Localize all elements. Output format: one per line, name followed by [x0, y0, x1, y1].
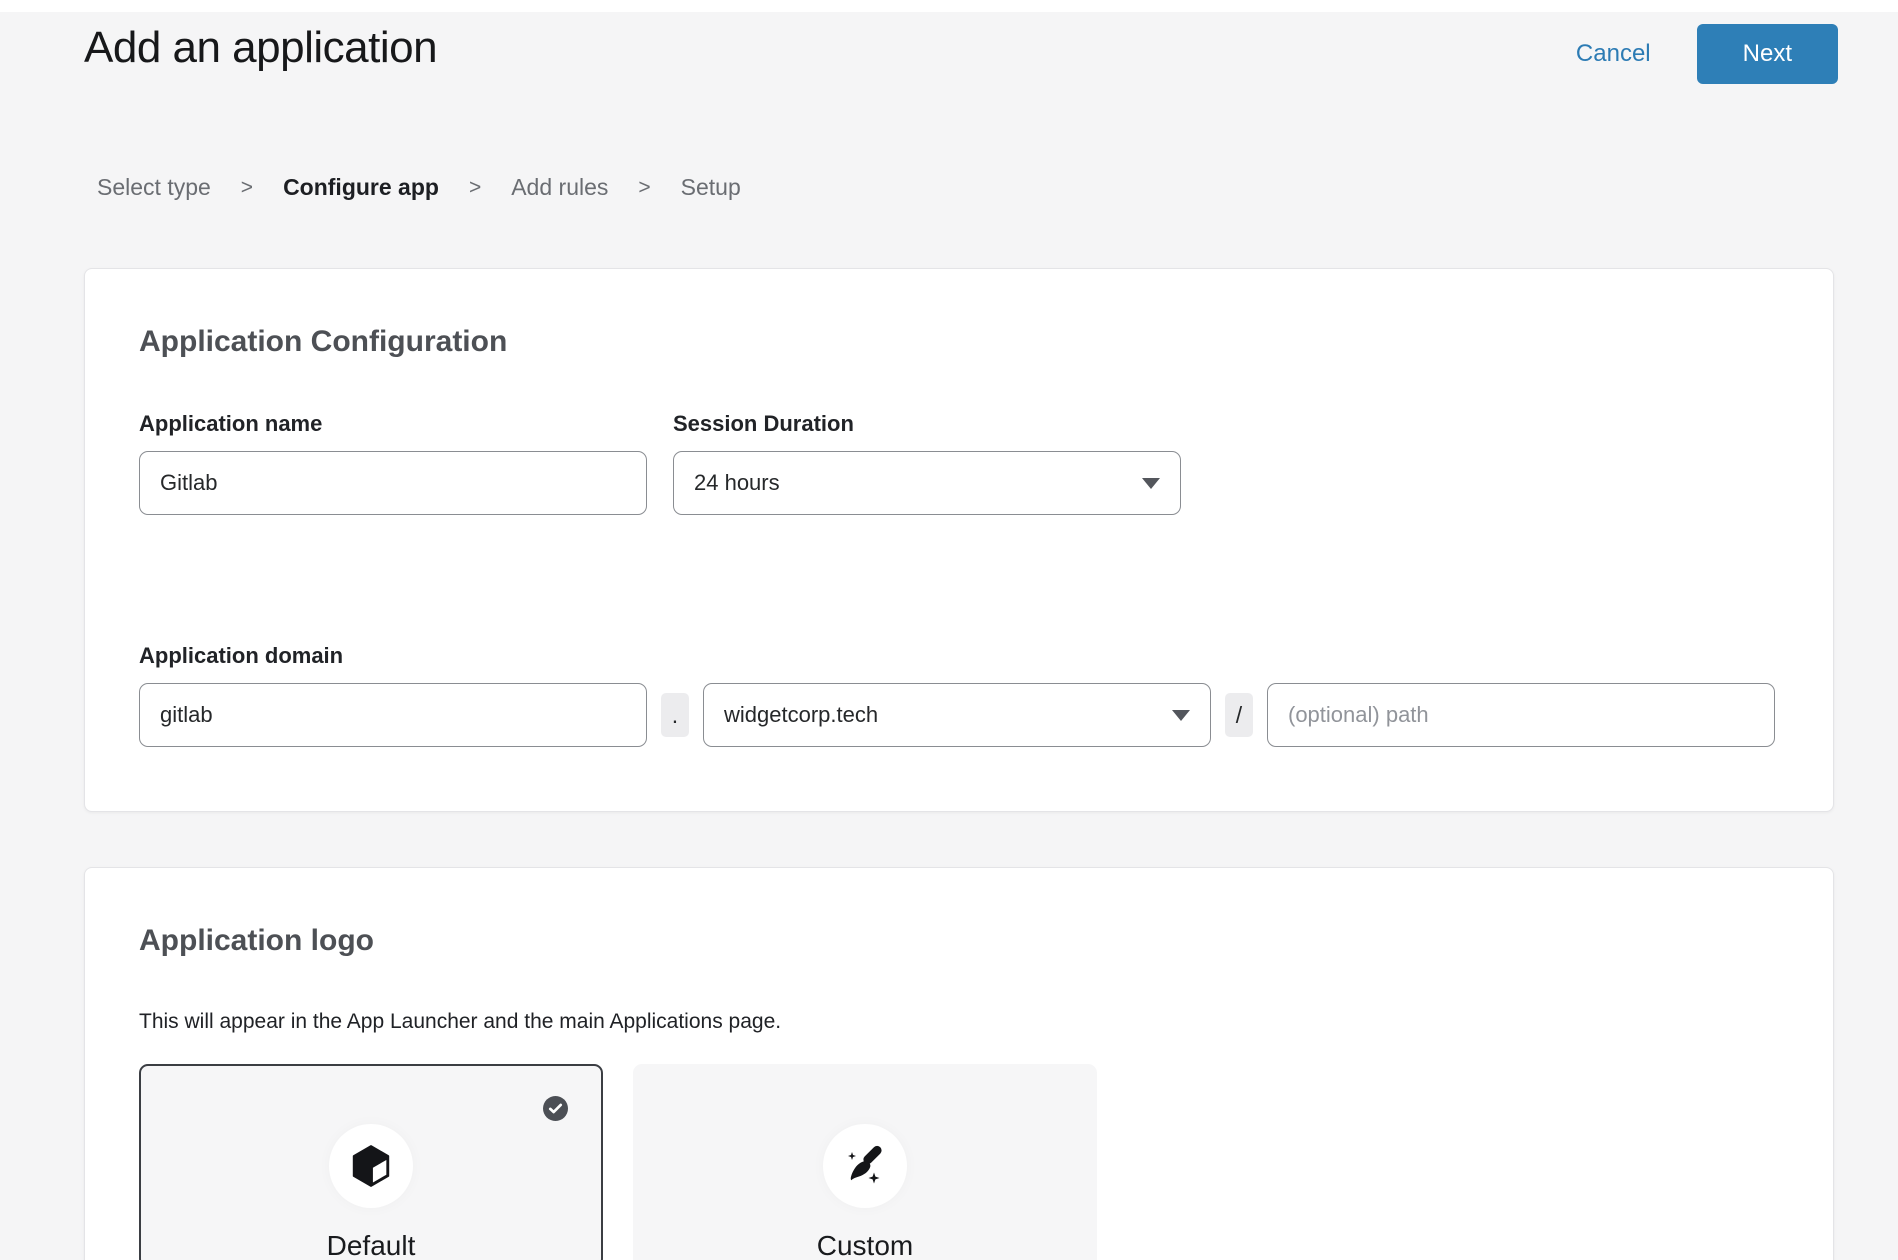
logo-option-custom[interactable]: Custom	[633, 1064, 1097, 1260]
logo-option-label: Default	[327, 1230, 416, 1260]
application-name-input[interactable]	[139, 451, 647, 515]
header-actions: Cancel Next	[1576, 24, 1838, 84]
chevron-down-icon	[1142, 478, 1160, 489]
topbar-remnant	[0, 0, 1898, 12]
breadcrumb-step-setup[interactable]: Setup	[681, 174, 741, 201]
selected-check-icon	[543, 1096, 568, 1121]
domain-select-value: widgetcorp.tech	[724, 702, 878, 728]
session-duration-value: 24 hours	[694, 470, 780, 496]
application-configuration-heading: Application Configuration	[139, 325, 1775, 359]
application-domain-row: . widgetcorp.tech /	[139, 683, 1775, 747]
breadcrumb-step-configure-app[interactable]: Configure app	[283, 174, 439, 201]
name-duration-row: Application name Session Duration 24 hou…	[139, 411, 1775, 515]
subdomain-input[interactable]	[139, 683, 647, 747]
domain-select[interactable]: widgetcorp.tech	[703, 683, 1211, 747]
path-input[interactable]	[1267, 683, 1775, 747]
logo-options: Default Custom	[139, 1064, 1775, 1260]
application-domain-label: Application domain	[139, 643, 1775, 669]
breadcrumb-step-add-rules[interactable]: Add rules	[511, 174, 608, 201]
application-logo-heading: Application logo	[139, 924, 1775, 958]
application-name-field: Application name	[139, 411, 647, 515]
breadcrumb-step-select-type[interactable]: Select type	[97, 174, 211, 201]
breadcrumb-separator: >	[469, 176, 481, 200]
cube-icon	[329, 1124, 413, 1208]
session-duration-label: Session Duration	[673, 411, 1181, 437]
next-button[interactable]: Next	[1697, 24, 1838, 84]
breadcrumb: Select type > Configure app > Add rules …	[97, 174, 1898, 201]
application-name-label: Application name	[139, 411, 647, 437]
paintbrush-icon	[823, 1124, 907, 1208]
application-configuration-card: Application Configuration Application na…	[84, 268, 1834, 812]
application-logo-description: This will appear in the App Launcher and…	[139, 1010, 1775, 1034]
cancel-button[interactable]: Cancel	[1576, 40, 1651, 68]
page-header: Add an application Cancel Next	[0, 12, 1898, 84]
breadcrumb-separator: >	[241, 176, 253, 200]
logo-option-label: Custom	[817, 1230, 913, 1260]
logo-option-default[interactable]: Default	[139, 1064, 603, 1260]
session-duration-select[interactable]: 24 hours	[673, 451, 1181, 515]
breadcrumb-separator: >	[638, 176, 650, 200]
application-domain-field: Application domain . widgetcorp.tech /	[139, 643, 1775, 747]
slash-separator: /	[1225, 693, 1253, 737]
dot-separator: .	[661, 693, 689, 737]
chevron-down-icon	[1172, 710, 1190, 721]
page-title: Add an application	[84, 22, 437, 75]
application-logo-card: Application logo This will appear in the…	[84, 867, 1834, 1260]
session-duration-field: Session Duration 24 hours	[673, 411, 1181, 515]
